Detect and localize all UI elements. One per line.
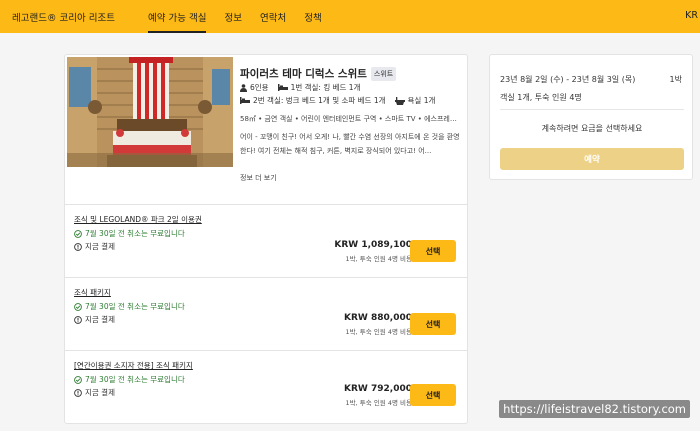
rate-name-link[interactable]: 조식 및 LEGOLAND® 파크 2일 이용권 (74, 214, 202, 225)
rate-price: KRW 880,000 (344, 313, 412, 323)
pay-now-text: 지금 결제 (85, 315, 115, 324)
pay-now-note: 지금 결제 (74, 387, 115, 398)
select-rate-button[interactable]: 선택 (410, 384, 456, 406)
rate-option: 조식 및 LEGOLAND® 파크 2일 이용권 7월 30일 전 취소는 무료… (65, 205, 467, 277)
nav-tab-policy[interactable]: 정책 (304, 10, 321, 33)
bath-text: 욕실 1개 (407, 96, 436, 105)
free-cancel-text: 7월 30일 전 취소는 무료입니다 (85, 375, 185, 384)
brand-name[interactable]: 레고랜드® 코리아 리조트 (12, 10, 115, 24)
rate-option: 조식 패키지 7월 30일 전 취소는 무료입니다 지금 결제 KRW 880,… (65, 278, 467, 350)
info-circle-icon (74, 242, 82, 251)
bed2-text: 2번 객실: 벙크 베드 1개 및 소파 베드 1개 (253, 96, 386, 105)
check-circle-icon (74, 375, 82, 384)
reserve-button[interactable]: 예약 (500, 148, 684, 170)
bed-icon (277, 84, 288, 91)
divider (500, 109, 684, 110)
top-bar: 레고랜드® 코리아 리조트 예약 가능 객실 정보 연락처 정책 KR (0, 0, 700, 33)
select-rate-button[interactable]: 선택 (410, 240, 456, 262)
nav-tab-info[interactable]: 정보 (224, 10, 241, 33)
pay-now-text: 지금 결제 (85, 388, 115, 397)
room-title-text: 파이러츠 테마 디럭스 스위트 (240, 68, 367, 80)
room-guests: 객실 1개, 투숙 인원 4명 (500, 93, 582, 102)
language-selector[interactable]: KR (685, 10, 698, 21)
rate-price: KRW 1,089,100 (334, 240, 412, 250)
booking-summary: 23년 8월 2일 (수) - 23년 8월 3일 (목) 1박 객실 1개, … (489, 54, 693, 180)
bed2-fact: 2번 객실: 벙크 베드 1개 및 소파 베드 1개 (240, 95, 386, 106)
rate-price-note: 1박, 투숙 인원 4명 비용 (345, 399, 412, 407)
pay-now-text: 지금 결제 (85, 242, 115, 251)
room-title: 파이러츠 테마 디럭스 스위트 스위트 (240, 66, 397, 81)
rate-price: KRW 792,000 (344, 384, 412, 394)
select-rate-button[interactable]: 선택 (410, 313, 456, 335)
room-photo[interactable] (67, 57, 233, 167)
info-circle-icon (74, 315, 82, 324)
occupancy-fact: 6인용 (240, 82, 269, 93)
bath-fact: 욕실 1개 (394, 95, 436, 106)
stay-dates: 23년 8월 2일 (수) - 23년 8월 3일 (목) (500, 75, 636, 84)
main-nav: 예약 가능 객실 정보 연락처 정책 (148, 10, 322, 33)
free-cancel-note: 7월 30일 전 취소는 무료입니다 (74, 374, 185, 385)
nav-tab-rooms[interactable]: 예약 가능 객실 (148, 10, 207, 33)
rate-option: [연간이용권 소지자 전용] 조식 패키지 7월 30일 전 취소는 무료입니다… (65, 351, 467, 423)
watermark: https://lifeistravel82.tistory.com (499, 400, 690, 418)
rate-price-note: 1박, 투숙 인원 4명 비용 (345, 328, 412, 336)
bathtub-icon (394, 96, 405, 105)
check-circle-icon (74, 229, 82, 238)
more-info-link[interactable]: 정보 더 보기 (240, 173, 277, 183)
rate-price-note: 1박, 투숙 인원 4명 비용 (345, 255, 412, 263)
nights-count: 1박 (669, 75, 682, 84)
room-facts-row-2: 2번 객실: 벙크 베드 1개 및 소파 베드 1개 욕실 1개 (240, 95, 435, 106)
info-circle-icon (74, 388, 82, 397)
room-card: 파이러츠 테마 디럭스 스위트 스위트 6인용 1번 객실: 킹 베드 1개 2… (64, 54, 468, 424)
pay-now-note: 지금 결제 (74, 241, 115, 252)
rate-name-link[interactable]: [연간이용권 소지자 전용] 조식 패키지 (74, 360, 193, 371)
free-cancel-text: 7월 30일 전 취소는 무료입니다 (85, 302, 185, 311)
pay-now-note: 지금 결제 (74, 314, 115, 325)
person-icon (240, 83, 247, 92)
room-type-badge: 스위트 (370, 66, 397, 81)
free-cancel-note: 7월 30일 전 취소는 무료입니다 (74, 228, 185, 239)
free-cancel-note: 7월 30일 전 취소는 무료입니다 (74, 301, 185, 312)
room-facts-row-1: 6인용 1번 객실: 킹 베드 1개 (240, 82, 360, 93)
bed-icon (240, 97, 250, 104)
bed1-text: 1번 객실: 킹 베드 1개 (290, 83, 361, 92)
free-cancel-text: 7월 30일 전 취소는 무료입니다 (85, 229, 185, 238)
check-circle-icon (74, 302, 82, 311)
select-rate-prompt: 계속하려면 요금을 선택하세요 (541, 124, 643, 133)
nav-tab-contact[interactable]: 연락처 (260, 10, 286, 33)
room-description: 어이 - 꼬맹이 친구! 어서 오게! 나, 빨간 수염 선장의 아지트에 온 … (240, 133, 460, 155)
occupancy-text: 6인용 (250, 83, 269, 92)
bed1-fact: 1번 객실: 킹 베드 1개 (277, 82, 361, 93)
rate-name-link[interactable]: 조식 패키지 (74, 287, 111, 298)
room-amenities: 58㎡ • 금연 객실 • 어린이 엔터테인먼트 구역 • 스마트 TV • 에… (240, 115, 462, 123)
